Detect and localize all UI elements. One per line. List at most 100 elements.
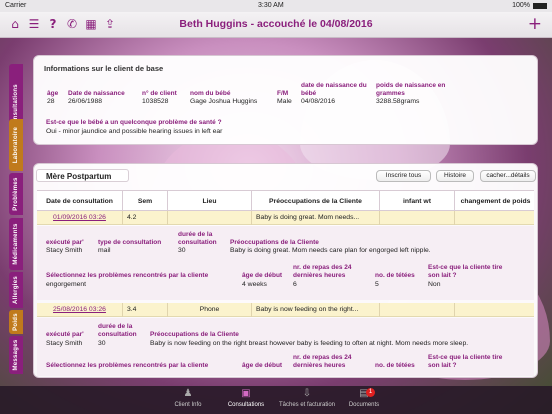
table-row[interactable]: 01/09/2016 03:26 4.2 Baby is doing great… bbox=[37, 211, 534, 225]
detail-value: Non bbox=[428, 281, 441, 288]
field-label: nom du bébé bbox=[190, 90, 231, 97]
detail-value: Baby is doing great. Mom needs care plan… bbox=[230, 247, 431, 254]
detail-value: Baby is now feeding on the right breast … bbox=[150, 340, 469, 347]
infant-weight-cell bbox=[380, 211, 455, 225]
location-cell: Phone bbox=[168, 303, 252, 317]
detail-label: Est-ce que la cliente tire son lait ? bbox=[428, 264, 503, 279]
tab-label: Tâches et facturation bbox=[278, 402, 336, 408]
column-header[interactable]: infant wt bbox=[380, 191, 455, 212]
field-label: date de naissance du bébé bbox=[301, 82, 367, 97]
side-tab-laboratoire[interactable]: Laboratoire bbox=[9, 119, 23, 171]
person-icon: ♟ bbox=[183, 388, 193, 399]
battery-label: 100% bbox=[512, 2, 530, 9]
baby-health-answer: Oui - minor jaundice and possible hearin… bbox=[46, 128, 223, 135]
column-header[interactable]: Préoccupations de la Cliente bbox=[252, 191, 380, 212]
concern-cell: Baby is now feeding on the right... bbox=[252, 303, 380, 317]
tab-label: Documents bbox=[348, 402, 380, 408]
client-info-header: Informations sur le client de base bbox=[44, 64, 164, 73]
info-field-birth-weight: poids de naissance en grammes 3288.58gra… bbox=[376, 82, 456, 106]
info-field-age: âge 28 bbox=[47, 90, 58, 106]
info-field-client-number: n° de client 1038528 bbox=[142, 90, 177, 106]
table-row[interactable]: 25/08/2016 03:26 3.4 Phone Baby is now f… bbox=[37, 303, 534, 317]
history-button[interactable]: Histoire bbox=[436, 170, 474, 182]
detail-value: mail bbox=[98, 247, 111, 254]
consultation-detail: exécuté par' Stacy Smith durée de la con… bbox=[37, 318, 534, 376]
carrier-label: Carrier bbox=[5, 2, 27, 9]
location-cell bbox=[168, 211, 252, 225]
info-field-sex: F/M Male bbox=[277, 90, 292, 106]
client-info-panel: Informations sur le client de base âge 2… bbox=[33, 55, 538, 145]
field-label: âge bbox=[47, 90, 59, 97]
field-label: F/M bbox=[277, 90, 289, 97]
status-bar: Carrier 3:30 AM 100% bbox=[0, 0, 552, 12]
concern-cell: Baby is doing great. Mom needs... bbox=[252, 211, 380, 225]
detail-label: no. de tétées bbox=[375, 272, 415, 279]
download-icon: ⇩ bbox=[302, 388, 312, 399]
detail-value: 5 bbox=[375, 281, 379, 288]
side-tab-poids[interactable]: Poids bbox=[9, 310, 23, 334]
register-all-button[interactable]: Inscrire tous bbox=[376, 170, 431, 182]
week-cell: 4.2 bbox=[123, 211, 168, 225]
side-tab-label: Laboratoire bbox=[13, 126, 19, 164]
detail-label: âge de début bbox=[242, 362, 283, 369]
detail-label: Préoccupations de la Cliente bbox=[230, 239, 319, 246]
tab-label: Client Info bbox=[174, 402, 202, 408]
detail-label: Préoccupations de la Cliente bbox=[150, 331, 239, 338]
detail-value: 6 bbox=[293, 281, 297, 288]
detail-value: 30 bbox=[98, 340, 106, 347]
detail-label: no. de tétées bbox=[375, 362, 415, 369]
field-label: n° de client bbox=[142, 90, 177, 97]
field-value: 1038528 bbox=[142, 98, 169, 105]
detail-label: exécuté par' bbox=[46, 331, 84, 338]
clock: 3:30 AM bbox=[258, 2, 284, 9]
detail-label: type de consultation bbox=[98, 239, 162, 246]
field-label: Date de naissance bbox=[68, 90, 125, 97]
column-header[interactable]: Date de consultation bbox=[37, 191, 123, 212]
detail-label: exécuté par' bbox=[46, 239, 84, 246]
side-tab-label: Poids bbox=[13, 313, 19, 331]
detail-label: Est-ce que la cliente tire son lait ? bbox=[428, 354, 503, 369]
section-title: Mère Postpartum bbox=[36, 169, 129, 182]
side-tab-medicaments[interactable]: Médicaments bbox=[9, 218, 23, 270]
weight-change-cell bbox=[455, 303, 536, 317]
info-field-baby-name: nom du bébé Gage Joshua Huggins bbox=[190, 90, 257, 106]
column-header[interactable]: Lieu bbox=[168, 191, 252, 212]
info-field-baby-birthdate: date de naissance du bébé 04/08/2016 bbox=[301, 82, 367, 106]
field-value: 28 bbox=[47, 98, 55, 105]
field-value: Male bbox=[277, 98, 292, 105]
tab-tasks-billing[interactable]: ⇩ Tâches et facturation bbox=[274, 388, 340, 408]
detail-label: durée de la consultation bbox=[98, 323, 137, 338]
detail-label: nr. de repas des 24 dernières heures bbox=[293, 354, 352, 369]
side-tab-messages[interactable]: Messages bbox=[9, 336, 23, 374]
column-header[interactable]: Sem bbox=[123, 191, 168, 212]
field-value: 04/08/2016 bbox=[301, 98, 336, 105]
detail-value: Stacy Smith bbox=[46, 247, 83, 254]
table-header: Date de consultation Sem Lieu Préoccupat… bbox=[37, 190, 536, 212]
weight-change-cell bbox=[455, 211, 536, 225]
side-tab-label: Médicaments bbox=[13, 223, 19, 265]
hide-details-button[interactable]: cacher...détails bbox=[480, 170, 536, 182]
detail-label: Sélectionnez les problèmes rencontrés pa… bbox=[46, 362, 209, 369]
baby-health-question: Est-ce que le bébé a un quelconque probl… bbox=[46, 119, 222, 126]
info-field-birthdate: Date de naissance 26/06/1988 bbox=[68, 90, 125, 106]
side-tab-allergies[interactable]: Allergies bbox=[9, 272, 23, 308]
nav-bar: ⌂ ☰ ? ✆ ▦ ⇪ Beth Huggins - accouché le 0… bbox=[0, 12, 552, 38]
page-title: Beth Huggins - accouché le 04/08/2016 bbox=[179, 18, 373, 30]
side-tab-label: Allergies bbox=[13, 275, 19, 305]
detail-value: 30 bbox=[178, 247, 186, 254]
week-cell: 3.4 bbox=[123, 303, 168, 317]
tab-client-info[interactable]: ♟ Client Info bbox=[158, 388, 218, 408]
consultation-date-link[interactable]: 25/08/2016 03:26 bbox=[37, 303, 123, 317]
tab-consultations[interactable]: ▣ Consultations bbox=[216, 388, 276, 408]
battery-icon bbox=[533, 3, 547, 9]
field-value: 26/06/1988 bbox=[68, 98, 103, 105]
add-icon[interactable]: + bbox=[528, 14, 542, 34]
field-value: 3288.58grams bbox=[376, 98, 420, 105]
detail-value: 4 weeks bbox=[242, 281, 267, 288]
detail-value: engorgement bbox=[46, 281, 87, 288]
tab-documents[interactable]: ▤ Documents 1 bbox=[334, 388, 394, 408]
column-header[interactable]: changement de poids bbox=[455, 191, 536, 212]
consultation-date-link[interactable]: 01/09/2016 03:26 bbox=[37, 211, 123, 225]
side-tab-problemes[interactable]: Problèmes bbox=[9, 173, 23, 215]
field-label: poids de naissance en grammes bbox=[376, 82, 446, 97]
